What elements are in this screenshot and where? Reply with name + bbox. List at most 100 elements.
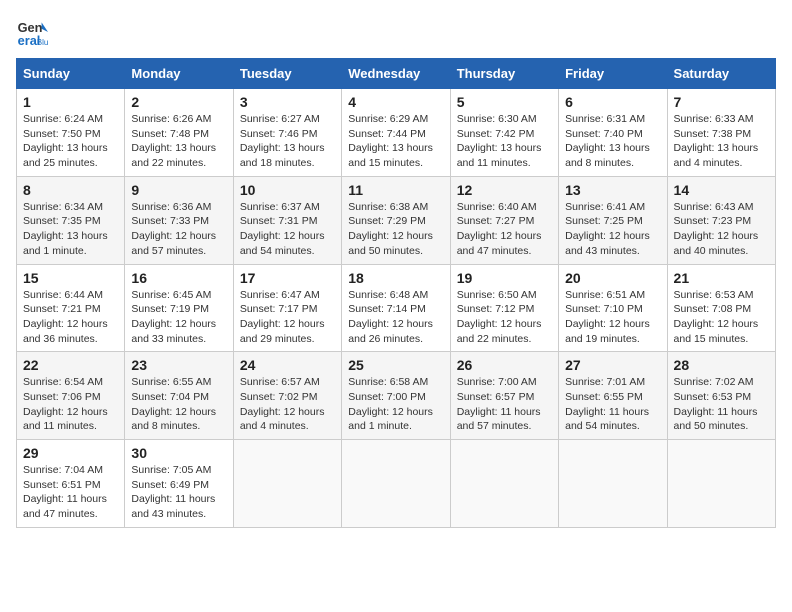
weekday-header: Thursday [450, 59, 558, 89]
calendar-cell: 10 Sunrise: 6:37 AMSunset: 7:31 PMDayligh… [233, 176, 341, 264]
page-header: Gen eral Blue [16, 16, 776, 48]
day-number: 17 [240, 270, 335, 286]
day-number: 25 [348, 357, 443, 373]
day-detail: Sunrise: 6:54 AMSunset: 7:06 PMDaylight:… [23, 375, 118, 434]
logo-icon: Gen eral Blue [16, 16, 48, 48]
day-detail: Sunrise: 6:45 AMSunset: 7:19 PMDaylight:… [131, 288, 226, 347]
calendar-cell: 3 Sunrise: 6:27 AMSunset: 7:46 PMDaylight… [233, 89, 341, 177]
calendar-cell: 13Sunrise: 6:41 AMSunset: 7:25 PMDayligh… [559, 176, 667, 264]
calendar-cell: 22 Sunrise: 6:54 AMSunset: 7:06 PMDayligh… [17, 352, 125, 440]
calendar-cell: 16 Sunrise: 6:45 AMSunset: 7:19 PMDayligh… [125, 264, 233, 352]
calendar-cell: 5 Sunrise: 6:30 AMSunset: 7:42 PMDaylight… [450, 89, 558, 177]
calendar-cell: 14 Sunrise: 6:43 AMSunset: 7:23 PMDayligh… [667, 176, 775, 264]
weekday-header: Wednesday [342, 59, 450, 89]
day-detail: Sunrise: 7:01 AMSunset: 6:55 PMDaylight:… [565, 375, 660, 434]
day-number: 1 [23, 94, 118, 110]
calendar-cell [450, 440, 558, 528]
calendar-cell [559, 440, 667, 528]
calendar-cell [667, 440, 775, 528]
day-number: 20 [565, 270, 660, 286]
day-number: 7 [674, 94, 769, 110]
day-number: 3 [240, 94, 335, 110]
day-number: 10 [240, 182, 335, 198]
day-number: 13 [565, 182, 660, 198]
calendar-cell: 19 Sunrise: 6:50 AMSunset: 7:12 PMDayligh… [450, 264, 558, 352]
calendar-cell: 25 Sunrise: 6:58 AMSunset: 7:00 PMDayligh… [342, 352, 450, 440]
svg-text:Blue: Blue [37, 38, 48, 47]
day-number: 16 [131, 270, 226, 286]
calendar-cell: 17 Sunrise: 6:47 AMSunset: 7:17 PMDayligh… [233, 264, 341, 352]
day-number: 8 [23, 182, 118, 198]
calendar-cell: 15Sunrise: 6:44 AMSunset: 7:21 PMDayligh… [17, 264, 125, 352]
calendar-cell: 7 Sunrise: 6:33 AMSunset: 7:38 PMDaylight… [667, 89, 775, 177]
day-number: 12 [457, 182, 552, 198]
calendar-cell: 29 Sunrise: 7:04 AMSunset: 6:51 PMDayligh… [17, 440, 125, 528]
day-detail: Sunrise: 6:34 AMSunset: 7:35 PMDaylight:… [23, 200, 118, 259]
day-number: 24 [240, 357, 335, 373]
calendar-cell: 27 Sunrise: 7:01 AMSunset: 6:55 PMDayligh… [559, 352, 667, 440]
day-number: 11 [348, 182, 443, 198]
calendar-cell: 26 Sunrise: 7:00 AMSunset: 6:57 PMDayligh… [450, 352, 558, 440]
calendar-cell: 18 Sunrise: 6:48 AMSunset: 7:14 PMDayligh… [342, 264, 450, 352]
calendar-cell: 28 Sunrise: 7:02 AMSunset: 6:53 PMDayligh… [667, 352, 775, 440]
day-number: 6 [565, 94, 660, 110]
calendar-table: SundayMondayTuesdayWednesdayThursdayFrid… [16, 58, 776, 528]
day-number: 18 [348, 270, 443, 286]
day-detail: Sunrise: 6:55 AMSunset: 7:04 PMDaylight:… [131, 375, 226, 434]
day-detail: Sunrise: 6:58 AMSunset: 7:00 PMDaylight:… [348, 375, 443, 434]
day-detail: Sunrise: 6:27 AMSunset: 7:46 PMDaylight:… [240, 112, 335, 171]
day-number: 5 [457, 94, 552, 110]
day-number: 21 [674, 270, 769, 286]
day-number: 2 [131, 94, 226, 110]
calendar-cell: 1 Sunrise: 6:24 AMSunset: 7:50 PMDaylight… [17, 89, 125, 177]
day-detail: Sunrise: 7:05 AMSunset: 6:49 PMDaylight:… [131, 463, 226, 522]
day-number: 27 [565, 357, 660, 373]
day-detail: Sunrise: 6:50 AMSunset: 7:12 PMDaylight:… [457, 288, 552, 347]
day-number: 14 [674, 182, 769, 198]
day-detail: Sunrise: 6:24 AMSunset: 7:50 PMDaylight:… [23, 112, 118, 171]
day-detail: Sunrise: 6:26 AMSunset: 7:48 PMDaylight:… [131, 112, 226, 171]
calendar-cell: 30 Sunrise: 7:05 AMSunset: 6:49 PMDayligh… [125, 440, 233, 528]
day-number: 22 [23, 357, 118, 373]
day-number: 30 [131, 445, 226, 461]
calendar-cell: 6 Sunrise: 6:31 AMSunset: 7:40 PMDaylight… [559, 89, 667, 177]
weekday-header: Friday [559, 59, 667, 89]
day-number: 29 [23, 445, 118, 461]
logo: Gen eral Blue [16, 16, 52, 48]
calendar-cell: 21 Sunrise: 6:53 AMSunset: 7:08 PMDayligh… [667, 264, 775, 352]
day-detail: Sunrise: 6:53 AMSunset: 7:08 PMDaylight:… [674, 288, 769, 347]
day-detail: Sunrise: 6:48 AMSunset: 7:14 PMDaylight:… [348, 288, 443, 347]
day-detail: Sunrise: 7:04 AMSunset: 6:51 PMDaylight:… [23, 463, 118, 522]
day-detail: Sunrise: 6:33 AMSunset: 7:38 PMDaylight:… [674, 112, 769, 171]
calendar-cell: 24 Sunrise: 6:57 AMSunset: 7:02 PMDayligh… [233, 352, 341, 440]
calendar-cell: 20 Sunrise: 6:51 AMSunset: 7:10 PMDayligh… [559, 264, 667, 352]
day-detail: Sunrise: 6:40 AMSunset: 7:27 PMDaylight:… [457, 200, 552, 259]
day-number: 28 [674, 357, 769, 373]
day-detail: Sunrise: 6:30 AMSunset: 7:42 PMDaylight:… [457, 112, 552, 171]
calendar-cell: 11 Sunrise: 6:38 AMSunset: 7:29 PMDayligh… [342, 176, 450, 264]
day-detail: Sunrise: 6:47 AMSunset: 7:17 PMDaylight:… [240, 288, 335, 347]
calendar-cell: 23Sunrise: 6:55 AMSunset: 7:04 PMDayligh… [125, 352, 233, 440]
day-number: 9 [131, 182, 226, 198]
day-detail: Sunrise: 6:43 AMSunset: 7:23 PMDaylight:… [674, 200, 769, 259]
calendar-cell [342, 440, 450, 528]
day-number: 19 [457, 270, 552, 286]
day-number: 26 [457, 357, 552, 373]
day-detail: Sunrise: 7:02 AMSunset: 6:53 PMDaylight:… [674, 375, 769, 434]
day-detail: Sunrise: 6:37 AMSunset: 7:31 PMDaylight:… [240, 200, 335, 259]
day-detail: Sunrise: 6:38 AMSunset: 7:29 PMDaylight:… [348, 200, 443, 259]
day-detail: Sunrise: 6:57 AMSunset: 7:02 PMDaylight:… [240, 375, 335, 434]
day-detail: Sunrise: 6:29 AMSunset: 7:44 PMDaylight:… [348, 112, 443, 171]
weekday-header: Tuesday [233, 59, 341, 89]
weekday-header: Monday [125, 59, 233, 89]
day-number: 4 [348, 94, 443, 110]
calendar-cell: 4 Sunrise: 6:29 AMSunset: 7:44 PMDaylight… [342, 89, 450, 177]
weekday-header: Saturday [667, 59, 775, 89]
calendar-cell: 2 Sunrise: 6:26 AMSunset: 7:48 PMDaylight… [125, 89, 233, 177]
day-detail: Sunrise: 6:51 AMSunset: 7:10 PMDaylight:… [565, 288, 660, 347]
day-detail: Sunrise: 7:00 AMSunset: 6:57 PMDaylight:… [457, 375, 552, 434]
day-detail: Sunrise: 6:31 AMSunset: 7:40 PMDaylight:… [565, 112, 660, 171]
calendar-cell: 9Sunrise: 6:36 AMSunset: 7:33 PMDaylight… [125, 176, 233, 264]
calendar-cell: 12 Sunrise: 6:40 AMSunset: 7:27 PMDayligh… [450, 176, 558, 264]
calendar-cell [233, 440, 341, 528]
